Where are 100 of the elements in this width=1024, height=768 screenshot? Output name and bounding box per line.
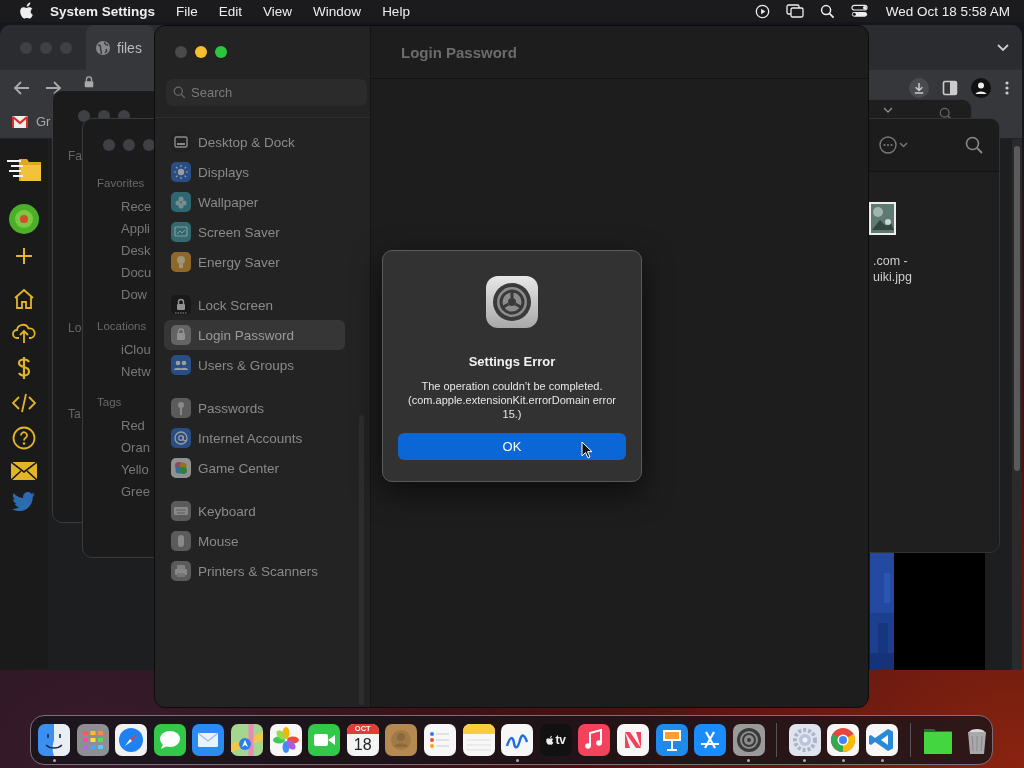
podium-icon[interactable] bbox=[655, 724, 688, 756]
news-icon[interactable] bbox=[616, 724, 649, 756]
sidebar-item[interactable]: Oran bbox=[121, 440, 150, 456]
code-icon[interactable] bbox=[12, 392, 36, 414]
sidebar-item[interactable]: Printers & Scanners bbox=[164, 556, 345, 586]
zoom-button[interactable] bbox=[215, 46, 227, 58]
gear-icon[interactable] bbox=[732, 724, 765, 756]
sidebar-label: Internet Accounts bbox=[198, 430, 303, 446]
sidebar-item[interactable]: Appli bbox=[121, 221, 150, 237]
sidebar-label: Displays bbox=[198, 164, 249, 180]
forward-icon[interactable] bbox=[44, 79, 62, 96]
clock[interactable]: Wed Oct 18 5:58 AM bbox=[885, 3, 1010, 19]
sidebar-item[interactable]: Docu bbox=[121, 265, 152, 281]
browser-tab[interactable]: files bbox=[86, 25, 154, 70]
video-camera-icon[interactable] bbox=[308, 724, 341, 756]
squiggle-icon[interactable] bbox=[501, 724, 534, 756]
gear-icon[interactable] bbox=[788, 724, 821, 756]
menu-item[interactable]: Window bbox=[313, 3, 362, 19]
sidebar-item[interactable]: Users & Groups bbox=[164, 350, 345, 380]
back-icon[interactable] bbox=[13, 79, 31, 96]
app-menu[interactable]: System Settings bbox=[50, 3, 156, 19]
notepad-icon[interactable] bbox=[462, 724, 495, 756]
menu-item[interactable]: View bbox=[263, 3, 293, 19]
sidebar-item[interactable]: Gree bbox=[121, 484, 150, 500]
play-icon[interactable] bbox=[754, 3, 770, 19]
app-store-icon[interactable] bbox=[694, 724, 727, 756]
list-icon[interactable] bbox=[423, 724, 456, 756]
tab-title: files bbox=[117, 39, 142, 56]
profile-icon[interactable] bbox=[971, 77, 991, 98]
control-center-icon[interactable] bbox=[850, 4, 868, 18]
person-icon[interactable] bbox=[385, 724, 418, 756]
apple-menu-icon[interactable] bbox=[18, 2, 34, 20]
music-note-icon[interactable] bbox=[578, 724, 611, 756]
sidebar-item[interactable]: Desk bbox=[121, 243, 151, 259]
page-title: Login Password bbox=[401, 43, 517, 61]
sidebar-label: Lock Screen bbox=[198, 297, 274, 313]
sidebar-item[interactable]: Displays bbox=[164, 157, 345, 187]
menu-item[interactable]: Edit bbox=[218, 3, 243, 19]
menu-item[interactable]: Help bbox=[382, 3, 410, 19]
speech-bubble-icon[interactable] bbox=[153, 724, 186, 756]
home-icon[interactable] bbox=[13, 288, 35, 310]
sidebar-item[interactable]: iClou bbox=[121, 342, 151, 358]
sidebar-label: Keyboard bbox=[198, 503, 256, 519]
running-indicator bbox=[747, 759, 751, 762]
map-icon[interactable] bbox=[230, 724, 263, 756]
sidebar-item[interactable]: Rece bbox=[121, 199, 152, 215]
sidebar-item[interactable]: Keyboard bbox=[164, 496, 345, 526]
chevron-down-icon[interactable] bbox=[996, 42, 1010, 53]
lock-icon bbox=[171, 325, 191, 345]
sidebar-item[interactable]: Netw bbox=[121, 364, 151, 380]
ribbon-icon[interactable] bbox=[866, 724, 899, 756]
smiling-face-icon[interactable] bbox=[38, 724, 70, 756]
section-heading: Ta bbox=[68, 407, 81, 421]
sun-icon bbox=[171, 162, 191, 182]
flower-icon[interactable] bbox=[269, 724, 302, 756]
avatar-icon[interactable] bbox=[9, 204, 39, 234]
envelope-icon[interactable] bbox=[192, 724, 225, 756]
minimize-button[interactable] bbox=[195, 46, 207, 58]
more-icon[interactable] bbox=[1004, 79, 1010, 96]
compass-icon[interactable] bbox=[115, 724, 148, 756]
search-field[interactable]: Search bbox=[166, 79, 367, 106]
bookmark-label[interactable]: Gr bbox=[36, 114, 51, 129]
sidebar-item[interactable]: Internet Accounts bbox=[164, 423, 345, 453]
sidebar-item[interactable]: Passwords bbox=[164, 393, 345, 423]
bird-icon[interactable] bbox=[12, 492, 36, 512]
sidebar-item[interactable]: Login Password bbox=[164, 320, 345, 350]
sidebar-label: Wallpaper bbox=[198, 194, 259, 210]
sidebar-item[interactable]: Mouse bbox=[164, 526, 345, 556]
sidebar-item[interactable]: Energy Saver bbox=[164, 247, 345, 277]
ok-button[interactable]: OK bbox=[398, 433, 626, 460]
dollar-icon[interactable] bbox=[16, 356, 32, 380]
sidebar-item[interactable]: Red bbox=[121, 418, 145, 434]
grid-icon[interactable] bbox=[76, 724, 109, 756]
chevron-down-icon[interactable] bbox=[883, 107, 893, 114]
sidebar-item[interactable]: Screen Saver bbox=[164, 217, 345, 247]
running-indicator bbox=[52, 759, 56, 762]
menu-item[interactable]: File bbox=[176, 3, 198, 19]
tv-app-icon[interactable]: tv bbox=[539, 724, 572, 756]
section-heading: Locations bbox=[97, 319, 147, 334]
download-icon[interactable] bbox=[909, 77, 929, 98]
search-icon bbox=[173, 86, 186, 99]
mail-icon[interactable] bbox=[11, 462, 37, 480]
more-icon[interactable] bbox=[879, 136, 909, 154]
key-icon bbox=[171, 398, 191, 418]
sidebar-item[interactable]: Desktop & Dock bbox=[164, 127, 345, 157]
sidebar-item[interactable]: Game Center bbox=[164, 453, 345, 483]
search-icon[interactable] bbox=[819, 3, 835, 19]
sidebar-label: Screen Saver bbox=[198, 224, 280, 240]
sidebar-item[interactable]: Dow bbox=[121, 287, 147, 303]
screen-mirroring-icon[interactable] bbox=[785, 4, 804, 18]
sidebar-item[interactable]: Wallpaper bbox=[164, 187, 345, 217]
section-heading: Favorites bbox=[97, 176, 145, 191]
side-panel-icon[interactable] bbox=[942, 79, 958, 96]
sidebar-item[interactable]: Yello bbox=[121, 462, 149, 478]
sidebar-item[interactable]: Lock Screen bbox=[164, 290, 345, 320]
help-icon[interactable] bbox=[12, 426, 36, 450]
browser-icon[interactable] bbox=[827, 724, 860, 756]
plus-icon[interactable] bbox=[14, 246, 34, 266]
running-indicator bbox=[841, 759, 845, 762]
cloud-upload-icon[interactable] bbox=[12, 322, 36, 344]
